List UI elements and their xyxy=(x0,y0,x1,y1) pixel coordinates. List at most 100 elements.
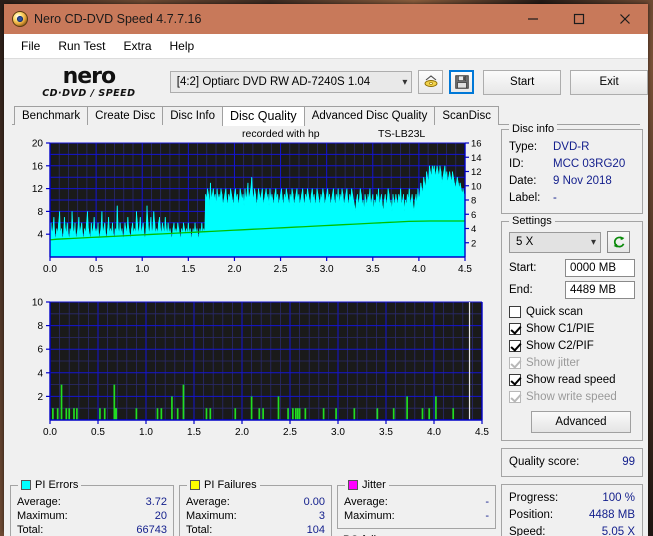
jitter-maximum-row: Maximum: - xyxy=(344,509,489,523)
settings-title: Settings xyxy=(509,215,555,227)
maximize-icon[interactable] xyxy=(556,4,602,34)
application-window: Nero CD-DVD Speed 4.7.7.16 File Run Test… xyxy=(4,4,649,536)
menu-item-file[interactable]: File xyxy=(12,37,49,55)
menu-bar: File Run Test Extra Help xyxy=(4,34,648,58)
pi-failures-plot: 2 4 6 8 10 0.0 0.5 1.0 1.5 2.0 2.5 3.0 3.5 4.0 4.5 xyxy=(32,298,490,439)
toolbar: nero CD·DVD ∕ SPEED [4:2] Optiarc DVD RW… xyxy=(4,58,649,105)
speed-row-status: Speed: 5.05 X xyxy=(509,524,635,536)
checkbox-show-c2-pif[interactable]: Show C2/PIF xyxy=(509,338,635,354)
pi-errors-chart: recorded with hp TS-LB23L 4 8 12 16 20 2 4 6 8 10… xyxy=(10,128,496,289)
pi-failures-chart: 2 4 6 8 10 0.0 0.5 1.0 1.5 2.0 2.5 3.0 3.5 4.0 4.5 xyxy=(10,294,496,452)
start-button[interactable]: Start xyxy=(483,69,562,95)
disc-id-value: MCC 03RG20 xyxy=(553,158,626,170)
svg-text:2.0: 2.0 xyxy=(235,427,249,438)
svg-text:2.5: 2.5 xyxy=(274,264,288,275)
progress-label: Progress: xyxy=(509,492,559,504)
checkbox-box xyxy=(509,357,521,369)
disc-info-title: Disc info xyxy=(509,123,558,135)
nero-disc-icon xyxy=(12,11,28,27)
checkbox-label: Show C2/PIF xyxy=(526,340,594,352)
checkbox-show-write-speed: Show write speed xyxy=(509,389,635,405)
advanced-button[interactable]: Advanced xyxy=(531,411,631,433)
logo-wordmark: nero xyxy=(62,63,117,89)
checkbox-label: Show C1/PIE xyxy=(526,323,595,335)
checkbox-box xyxy=(509,374,521,386)
svg-text:8: 8 xyxy=(471,196,476,207)
progress-row: Progress: 100 % xyxy=(509,490,635,507)
disc-info-group: Disc info Type: DVD-R ID: MCC 03RG20 Dat… xyxy=(501,123,643,214)
svg-text:0.5: 0.5 xyxy=(89,264,103,275)
disc-date-label: Date: xyxy=(509,175,537,187)
close-icon[interactable] xyxy=(602,4,648,34)
menu-item-run-test[interactable]: Run Test xyxy=(49,37,114,55)
refresh-button[interactable] xyxy=(607,231,630,253)
minimize-icon[interactable] xyxy=(510,4,556,34)
jitter-stats: Jitter Average: - Maximum: - xyxy=(337,479,496,529)
tab-advanced-disc-quality[interactable]: Advanced Disc Quality xyxy=(303,106,436,125)
pi-errors-stats: PI Errors Average: 3.72 Maximum: 20 Tota… xyxy=(10,479,174,536)
jitter-stats-wrap: Jitter Average: - Maximum: - PO failures… xyxy=(337,479,496,536)
nero-logo: nero CD·DVD ∕ SPEED xyxy=(16,63,162,99)
start-input[interactable]: 0000 MB xyxy=(565,259,635,277)
exit-button[interactable]: Exit xyxy=(570,69,649,95)
svg-text:8: 8 xyxy=(37,321,43,332)
tab-disc-quality[interactable]: Disc Quality xyxy=(222,106,305,126)
drive-select[interactable]: [4:2] Optiarc DVD RW AD-7240S 1.04 ▾ xyxy=(169,71,413,93)
checkbox-show-read-speed[interactable]: Show read speed xyxy=(509,372,635,388)
menu-item-help[interactable]: Help xyxy=(161,37,204,55)
checkbox-quick-scan[interactable]: Quick scan xyxy=(509,304,635,320)
svg-text:4: 4 xyxy=(471,224,476,235)
charts-column: recorded with hp TS-LB23L 4 8 12 16 20 2 4 6 8 10… xyxy=(10,128,496,536)
svg-text:2: 2 xyxy=(471,238,476,249)
pi-errors-color-swatch xyxy=(21,480,31,490)
pi-errors-title-text: PI Errors xyxy=(35,479,79,491)
pi-errors-total-label: Total: xyxy=(17,524,44,536)
pi-errors-average-row: Average: 3.72 xyxy=(17,495,167,509)
svg-text:1.0: 1.0 xyxy=(139,427,153,438)
pi-errors-plot: 481216202468101214160.0 0.5 1.0 1.5 2.0 2.5 3.… xyxy=(32,139,482,276)
disc-type-label: Type: xyxy=(509,141,538,153)
save-results-button[interactable] xyxy=(449,70,475,94)
svg-text:3.5: 3.5 xyxy=(366,264,380,275)
jitter-color-swatch xyxy=(348,480,358,490)
menu-item-extra[interactable]: Extra xyxy=(114,37,160,55)
pi-errors-average-label: Average: xyxy=(17,496,61,508)
start-row: Start: 0000 MB xyxy=(509,259,635,277)
pi-errors-maximum-value: 20 xyxy=(154,510,167,522)
svg-text:14: 14 xyxy=(471,153,482,164)
checkbox-box xyxy=(509,306,521,318)
svg-text:16: 16 xyxy=(32,161,44,172)
svg-text:10: 10 xyxy=(32,298,44,309)
end-input[interactable]: 4489 MB xyxy=(565,281,635,299)
checkbox-show-c1-pie[interactable]: Show C1/PIE xyxy=(509,321,635,337)
tab-disc-info[interactable]: Disc Info xyxy=(162,106,223,125)
checkbox-label: Show jitter xyxy=(526,357,580,369)
pi-failures-average-row: Average: 0.00 xyxy=(186,495,325,509)
tab-benchmark[interactable]: Benchmark xyxy=(14,106,89,125)
quality-score-group: Quality score: 99 xyxy=(501,448,643,477)
speed-select[interactable]: 5 X ▾ xyxy=(509,231,601,253)
pi-errors-total-row: Total: 66743 xyxy=(17,523,167,536)
checkbox-box xyxy=(509,391,521,403)
settings-group: Settings 5 X ▾ Start: 0000 MB End: 4489 … xyxy=(501,215,643,441)
svg-text:1.5: 1.5 xyxy=(181,264,195,275)
speed-label: Speed: xyxy=(509,526,546,536)
pi-failures-maximum-row: Maximum: 3 xyxy=(186,509,325,523)
position-label: Position: xyxy=(509,509,554,521)
tab-scandisc[interactable]: ScanDisc xyxy=(434,106,499,125)
checkbox-label: Show write speed xyxy=(526,391,617,403)
end-label: End: xyxy=(509,284,533,296)
disc-type-value: DVD-R xyxy=(553,141,590,153)
svg-text:16: 16 xyxy=(471,139,482,150)
window-controls xyxy=(510,4,648,34)
tab-create-disc[interactable]: Create Disc xyxy=(87,106,164,125)
chart-drive-model-label: TS-LB23L xyxy=(378,128,426,140)
tab-strip: Benchmark Create Disc Disc Info Disc Qua… xyxy=(4,105,648,126)
window-title: Nero CD-DVD Speed 4.7.7.16 xyxy=(34,12,202,26)
end-row: End: 4489 MB xyxy=(509,281,635,299)
jitter-average-row: Average: - xyxy=(344,495,489,509)
eject-disc-button[interactable] xyxy=(418,70,444,94)
svg-text:20: 20 xyxy=(32,139,44,150)
svg-text:12: 12 xyxy=(32,184,44,195)
chevron-down-icon: ▾ xyxy=(402,76,408,88)
